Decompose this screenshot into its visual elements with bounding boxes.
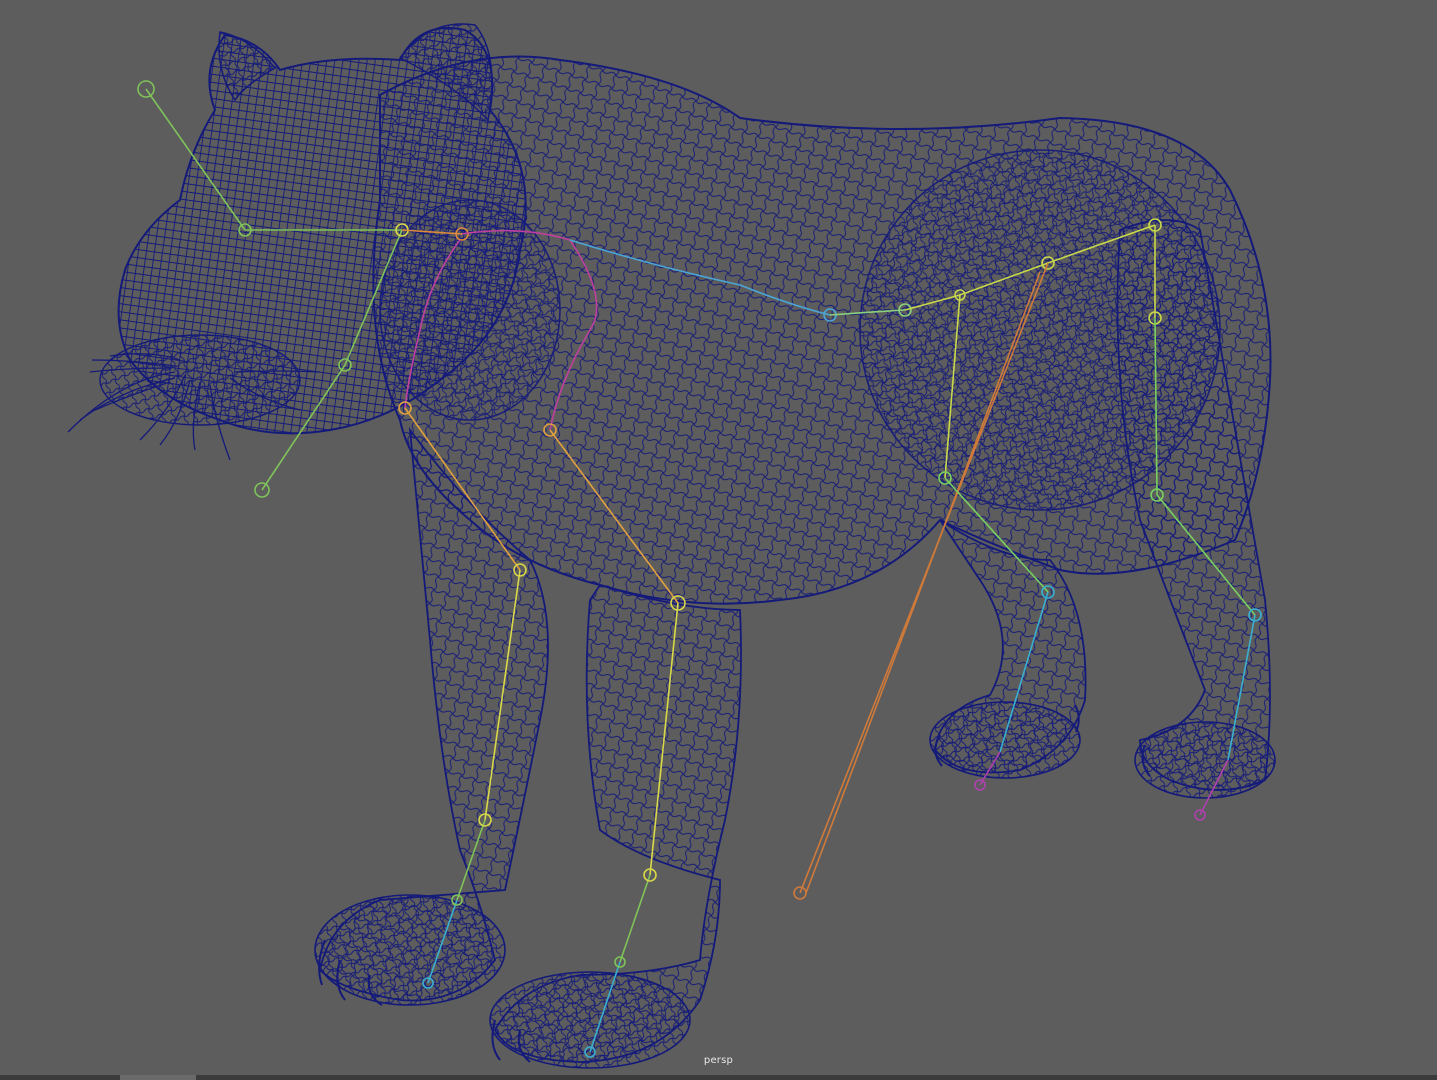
front-right-paw-mesh: [489, 971, 691, 1069]
3d-viewport[interactable]: persp: [0, 0, 1437, 1080]
camera-name-label: persp: [703, 1055, 734, 1066]
hind-left-paw-mesh: [929, 701, 1081, 779]
front-left-paw-mesh: [314, 894, 506, 1006]
hind-right-paw-mesh: [1134, 721, 1276, 799]
muzzle-mesh: [99, 334, 301, 426]
time-slider-segment[interactable]: [120, 1075, 196, 1080]
viewport-bottom-bar: [0, 1075, 1437, 1080]
tiger-mesh[interactable]: [67, 23, 1276, 1069]
tiger-wireframe-scene[interactable]: [0, 0, 1437, 1080]
